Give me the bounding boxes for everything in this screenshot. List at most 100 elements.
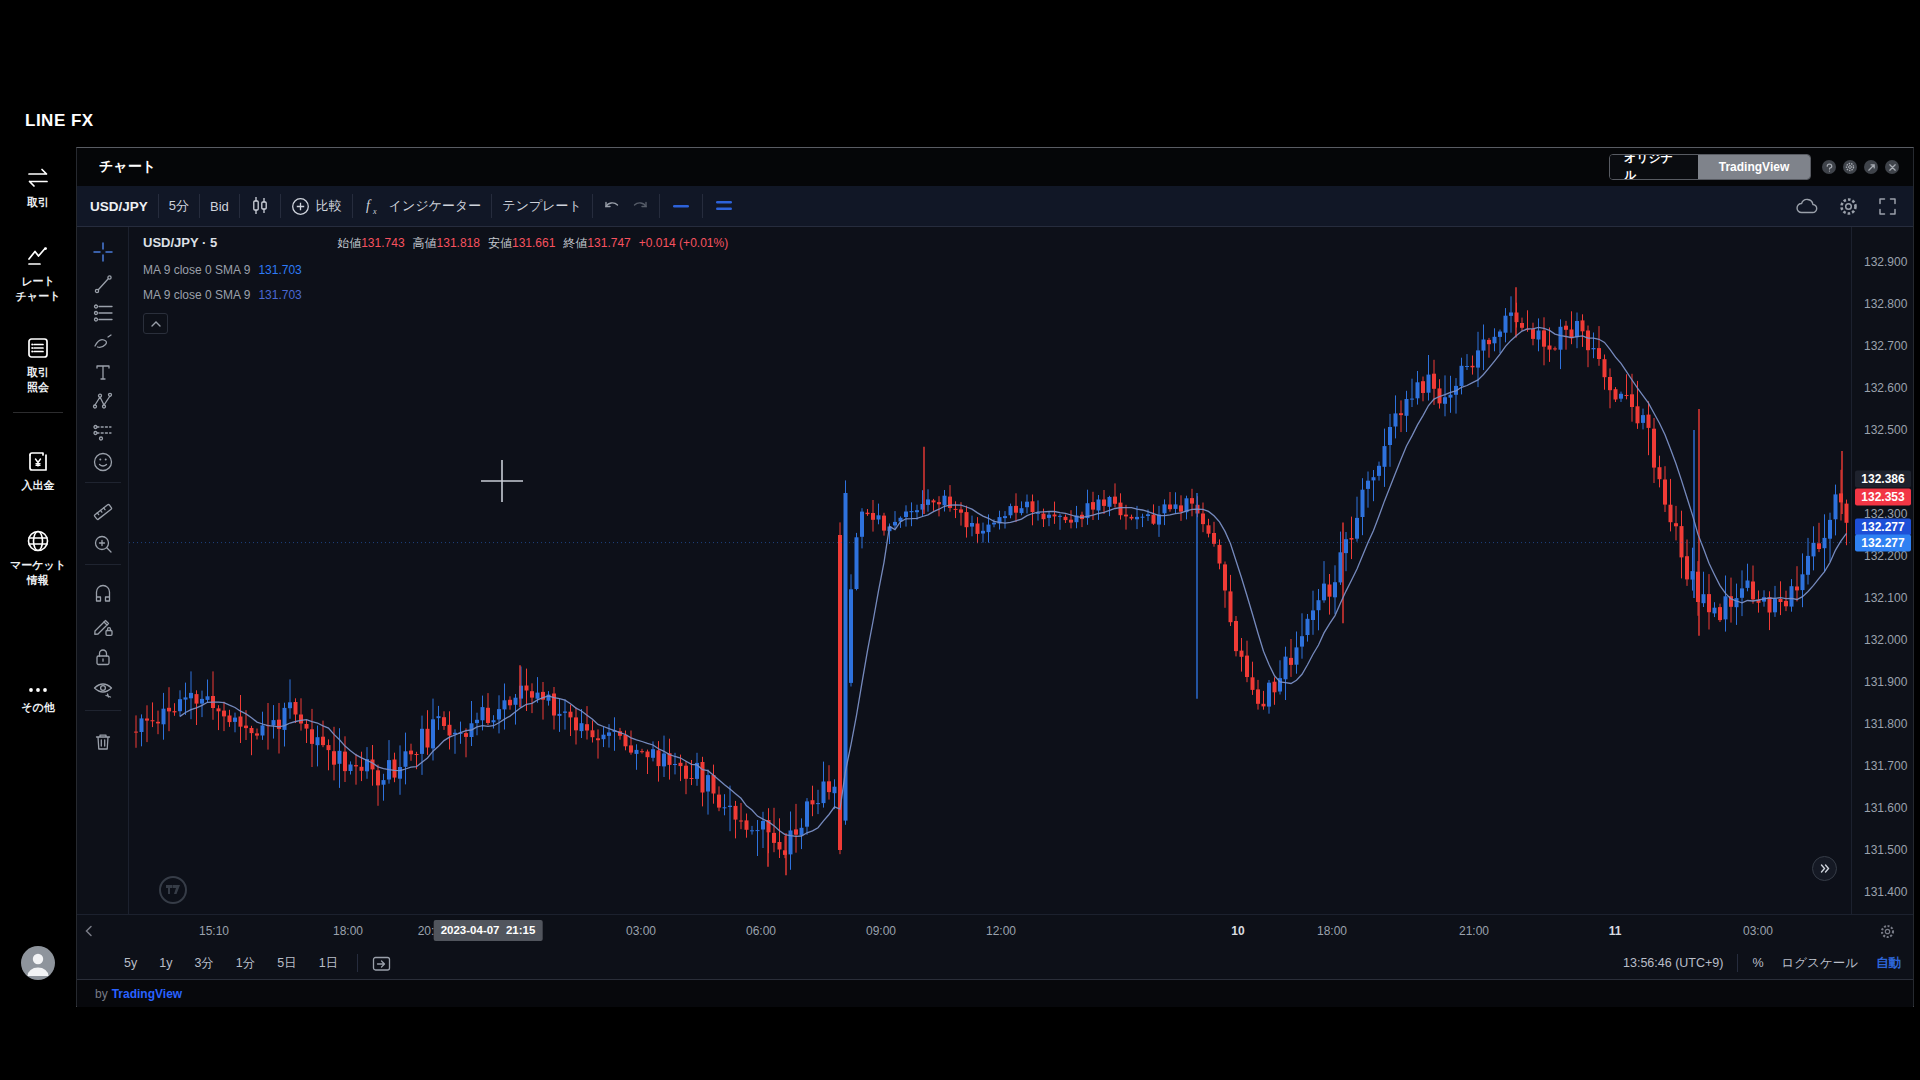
log-scale-button[interactable]: ログスケール — [1782, 955, 1858, 972]
symbol-button[interactable]: USD/JPY — [90, 199, 148, 214]
sidebar-item-others[interactable]: その他 — [0, 680, 76, 715]
fullscreen-icon[interactable] — [1878, 197, 1897, 216]
magnet-tool-button[interactable] — [91, 583, 115, 607]
panel-title: チャート — [99, 158, 156, 176]
chart-plot-area[interactable]: USD/JPY · 5 始値131.743高値131.818安値131.661終… — [129, 227, 1853, 914]
parallel-lines-button[interactable] — [713, 199, 735, 213]
crosshair-time-label: 2023-04-07 21:15 — [434, 920, 543, 941]
chart-toolbar: USD/JPY 5分 Bid 比較 f x インジケーター テンプレート — [77, 186, 1913, 227]
tf-1y-button[interactable]: 1y — [159, 956, 172, 970]
go-to-date-icon[interactable] — [372, 955, 391, 972]
trendline-tool-icon — [91, 272, 115, 296]
legend-ohlc: 始値131.743高値131.818安値131.661終値131.747+0.0… — [337, 235, 736, 252]
trash-tool-icon — [91, 730, 115, 754]
view-tradingview-button[interactable]: TradingView — [1698, 155, 1810, 179]
auto-scale-button[interactable]: 自動 — [1876, 955, 1901, 972]
xabcd-tool-button[interactable] — [91, 390, 115, 414]
time-scale-label: 10 — [1231, 924, 1244, 938]
sidebar-item-trade-inquiry[interactable]: 取引照会 — [0, 334, 76, 395]
price-scale-label: 132.600 — [1864, 381, 1907, 395]
brush-tool-button[interactable] — [91, 330, 115, 354]
sidebar-item-deposit[interactable]: 入出金 — [0, 447, 76, 493]
expand-button[interactable] — [1864, 160, 1878, 174]
price-scale-label: 131.400 — [1864, 885, 1907, 899]
templates-button[interactable]: テンプレート — [502, 197, 582, 215]
tf-1d-button[interactable]: 1日 — [319, 955, 338, 972]
price-label: 132.353 — [1855, 489, 1911, 506]
ruler-tool-button[interactable] — [91, 500, 115, 524]
price-scale-label: 131.900 — [1864, 675, 1907, 689]
legend-collapse-button[interactable] — [143, 313, 168, 334]
close-button[interactable] — [1885, 160, 1899, 174]
line-tool-button[interactable] — [670, 201, 692, 211]
undo-button[interactable] — [603, 198, 621, 214]
byline-prefix: by — [95, 987, 108, 1001]
time-axis-settings-icon[interactable] — [1880, 924, 1895, 939]
trendline-tool-button[interactable] — [91, 272, 115, 296]
clock-label[interactable]: 13:56:46 (UTC+9) — [1623, 956, 1723, 970]
hide-tool-icon — [91, 677, 115, 701]
sidebar-item-rate-chart[interactable]: レートチャート — [0, 243, 76, 304]
time-scale-label: 20: — [418, 924, 435, 938]
view-original-button[interactable]: オリジナル — [1610, 155, 1698, 179]
text-tool-button[interactable] — [91, 360, 115, 384]
drawing-toolbar — [77, 227, 129, 914]
prediction-tool-button[interactable] — [91, 420, 115, 444]
chart-view-toggle: オリジナル TradingView — [1609, 154, 1811, 180]
tf-3m-button[interactable]: 3分 — [194, 955, 213, 972]
time-axis[interactable]: 15:1018:0020:03:0006:0009:0012:001018:00… — [77, 914, 1913, 947]
price-label: 132.277 — [1855, 535, 1911, 552]
collapse-left-icon[interactable] — [85, 925, 93, 937]
fib-tool-button[interactable] — [91, 301, 115, 325]
cloud-icon[interactable] — [1795, 197, 1819, 215]
time-scale-label: 18:00 — [1317, 924, 1347, 938]
xabcd-tool-icon — [91, 390, 115, 414]
toolbar-separator — [85, 482, 121, 483]
help-button[interactable] — [1822, 160, 1836, 174]
list-icon — [24, 334, 52, 362]
lock-tool-button[interactable] — [91, 645, 115, 669]
tf-1m-button[interactable]: 1分 — [236, 955, 255, 972]
wallet-yen-icon — [24, 447, 52, 475]
panel-title-bar: チャート オリジナル TradingView — [77, 148, 1913, 186]
crosshair-price-label: 132.386 — [1855, 471, 1911, 488]
indicators-button[interactable]: f x インジケーター — [363, 196, 482, 216]
redo-icon — [631, 198, 649, 214]
redo-button[interactable] — [631, 198, 649, 214]
price-type-button[interactable]: Bid — [210, 199, 229, 214]
price-label: 132.277 — [1855, 519, 1911, 536]
candlestick-icon — [250, 195, 270, 217]
tv-logo-icon — [166, 885, 180, 895]
time-scale-label: 12:00 — [986, 924, 1016, 938]
compare-button[interactable]: 比較 — [291, 197, 342, 216]
chart-settings-gear-icon[interactable] — [1839, 197, 1858, 216]
time-scale-label: 11 — [1609, 924, 1622, 938]
sidebar-item-trade[interactable]: 取引 — [0, 164, 76, 210]
hide-tool-button[interactable] — [91, 677, 115, 701]
sidebar-item-market-info[interactable]: マーケット情報 — [0, 527, 76, 588]
chart-style-button[interactable] — [250, 195, 270, 217]
tradingview-link[interactable]: TradingView — [112, 987, 182, 1001]
toolbar-separator — [85, 710, 121, 711]
magnet-tool-icon — [91, 583, 115, 607]
trash-tool-button[interactable] — [91, 730, 115, 754]
scroll-right-button[interactable] — [1812, 856, 1837, 881]
price-scale-label: 132.900 — [1864, 255, 1907, 269]
tf-5y-button[interactable]: 5y — [124, 956, 137, 970]
lock-tool-icon — [91, 645, 115, 669]
tf-5d-button[interactable]: 5日 — [277, 955, 296, 972]
drawing-lock-tool-button[interactable] — [91, 615, 115, 639]
percent-scale-button[interactable]: % — [1752, 956, 1763, 970]
time-scale-label: 15:10 — [199, 924, 229, 938]
interval-button[interactable]: 5分 — [169, 197, 189, 215]
chart-region: USD/JPY · 5 始値131.743高値131.818安値131.661終… — [77, 227, 1913, 914]
crosshair-tool-button[interactable] — [91, 240, 115, 264]
emoji-tool-button[interactable] — [91, 450, 115, 474]
user-avatar[interactable] — [21, 946, 55, 980]
price-scale-label: 131.500 — [1864, 843, 1907, 857]
price-axis[interactable]: 132.900132.800132.700132.600132.500132.3… — [1851, 227, 1913, 914]
double-chevron-right-icon — [1820, 864, 1830, 873]
zoom-in-tool-button[interactable] — [91, 532, 115, 556]
app-sidebar: LINE FX 取引 レートチャート 取引照会 入出金 マーケット情報 — [0, 0, 76, 1080]
settings-button[interactable] — [1843, 160, 1857, 174]
